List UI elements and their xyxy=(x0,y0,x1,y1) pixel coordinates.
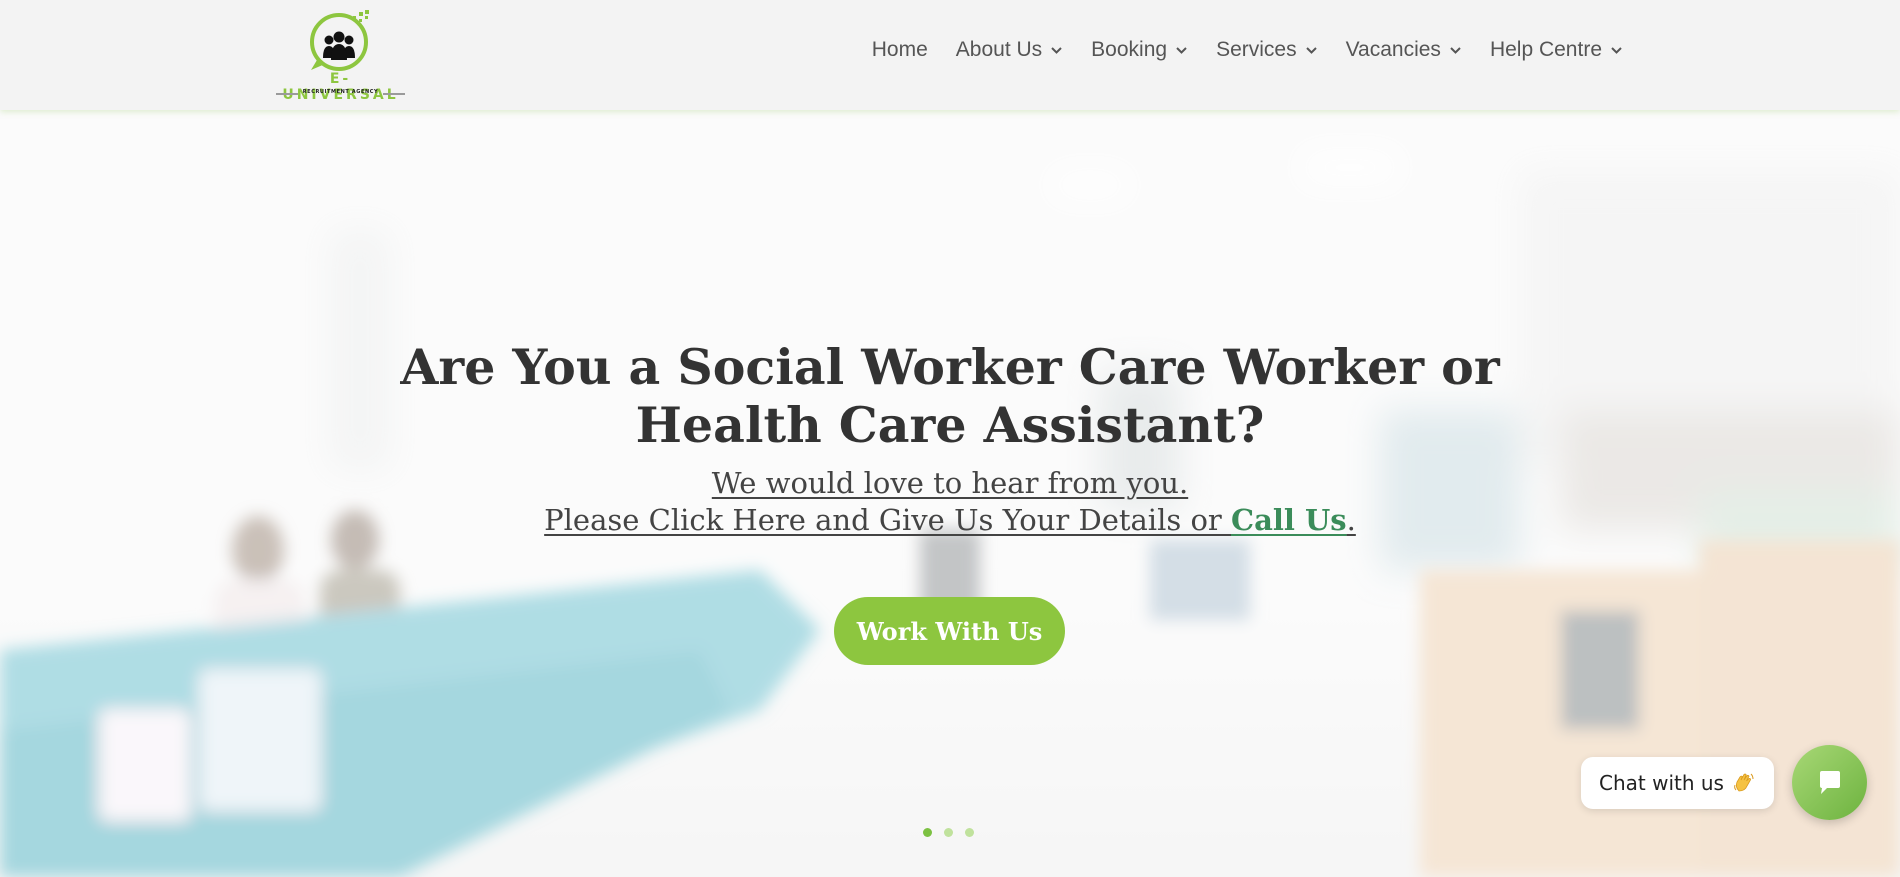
main-nav: Home About Us Booking Services Vacancies… xyxy=(872,38,1623,62)
slide-dot-3[interactable] xyxy=(965,828,974,837)
hero-slider: Are You a Social Worker Care Worker or H… xyxy=(0,110,1900,877)
nav-item-booking[interactable]: Booking xyxy=(1091,38,1188,62)
nav-label: Help Centre xyxy=(1489,38,1602,61)
call-us-link[interactable]: Call Us xyxy=(1231,503,1347,537)
sub-line-1[interactable]: We would love to hear from you. xyxy=(712,466,1188,500)
chevron-down-icon xyxy=(1450,47,1461,54)
headline-line-2: Health Care Assistant? xyxy=(635,396,1265,454)
hero-headline: Are You a Social Worker Care Worker or H… xyxy=(400,338,1500,454)
nav-item-vacancies[interactable]: Vacancies xyxy=(1346,38,1462,62)
chevron-down-icon xyxy=(1305,47,1317,54)
site-header: E-UNIVERSAL RECRUITMENT AGENCY Home Abou… xyxy=(0,0,1900,110)
chevron-down-icon xyxy=(1176,47,1187,54)
nav-label: Home xyxy=(871,38,928,61)
nav-item-about-us[interactable]: About Us xyxy=(956,38,1063,62)
nav-item-services[interactable]: Services xyxy=(1216,38,1318,62)
chevron-down-icon xyxy=(1051,47,1062,54)
nav-item-help-centre[interactable]: Help Centre xyxy=(1490,38,1623,62)
logo[interactable]: E-UNIVERSAL RECRUITMENT AGENCY xyxy=(273,8,408,103)
people-chat-icon xyxy=(310,10,369,71)
logo-divider-right xyxy=(383,93,405,95)
chat-prompt-text: Chat with us xyxy=(1599,771,1724,795)
slide-dot-1[interactable] xyxy=(923,828,932,837)
nav-label: Booking xyxy=(1091,38,1168,61)
sub-line-2[interactable]: Please Click Here and Give Us Your Detai… xyxy=(544,503,1356,537)
sub-line-2-suffix: . xyxy=(1346,503,1356,537)
work-with-us-button[interactable]: Work With Us xyxy=(834,597,1065,665)
sub-line-2-text: Please Click Here and Give Us Your Detai… xyxy=(544,503,1231,537)
chevron-down-icon xyxy=(1611,47,1622,54)
hero-subtext: We would love to hear from you. Please C… xyxy=(400,465,1500,539)
nav-label: Services xyxy=(1216,38,1297,61)
nav-item-home[interactable]: Home xyxy=(872,38,928,62)
slide-dot-2[interactable] xyxy=(944,828,953,837)
headline-line-1: Are You a Social Worker Care Worker or xyxy=(400,338,1500,396)
chat-launcher-button[interactable] xyxy=(1792,745,1867,820)
waving-hand-icon xyxy=(1734,773,1754,792)
nav-label: Vacancies xyxy=(1345,38,1441,61)
slider-pagination xyxy=(923,828,974,837)
chat-prompt-bubble[interactable]: Chat with us xyxy=(1581,757,1774,809)
logo-brand: E-UNIVERSAL xyxy=(282,71,399,103)
chat-icon xyxy=(1819,770,1840,794)
nav-label: About Us xyxy=(955,38,1043,61)
